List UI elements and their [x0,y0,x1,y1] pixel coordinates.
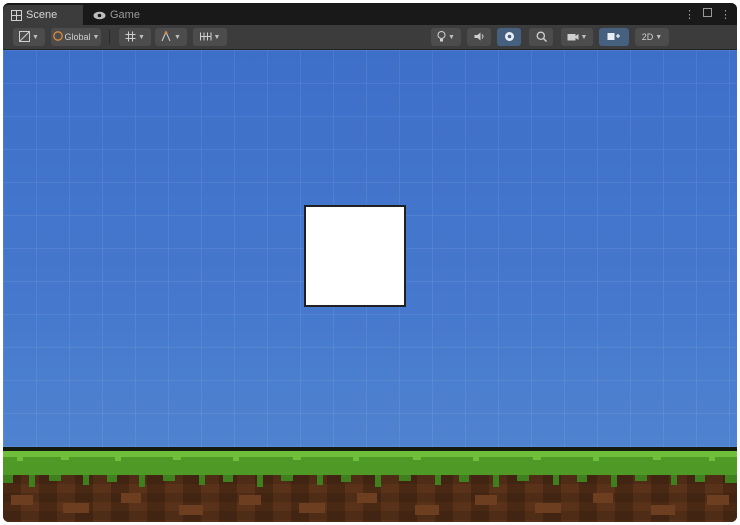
camera-icon [567,32,579,43]
gizmos-icon [607,31,621,43]
camera-settings-dropdown[interactable]: ▼ [561,28,593,46]
audio-toggle[interactable] [467,28,491,46]
visibility-icon [536,31,547,44]
grid-icon [125,31,136,44]
more-options-icon[interactable]: ⋮ [684,8,695,21]
chevron-down-icon: ▼ [448,33,455,41]
toolbar-divider [109,30,110,44]
gizmos-toggle[interactable] [599,28,629,46]
menu-dots-icon[interactable]: ⋮ [720,8,731,21]
grid-snap-dropdown[interactable]: ▼ [119,28,151,46]
lighting-dropdown[interactable]: ▼ [431,28,461,46]
snap-settings-dropdown[interactable]: ▼ [155,28,187,46]
audio-icon [474,32,485,43]
view-mode-dropdown[interactable]: 2D ▼ [635,28,669,46]
window-controls: ⋮ ⋮ [684,6,731,22]
chevron-down-icon: ▼ [138,33,145,41]
zoom-label: 2D [641,32,654,42]
tab-bar: Scene Game ⋮ ⋮ [3,3,737,25]
light-bulb-icon [437,30,446,44]
snap-icon [161,30,172,44]
pivot-rotation-dropdown[interactable]: Global ▼ [51,28,101,46]
effects-icon [504,31,515,44]
global-icon [52,31,63,43]
white-square-sprite[interactable] [304,205,406,307]
tab-scene-label: Scene [26,9,58,21]
effects-toggle[interactable] [497,28,521,46]
chevron-down-icon: ▼ [213,33,221,41]
tab-game[interactable]: Game [85,5,155,25]
pivot-label: Global [64,32,91,42]
scene-toolbar: ▼ Global ▼ ▼ ▼ ▼ ▼ ▼ 2D ▼ [3,25,737,50]
shaded-mode-icon [19,30,31,44]
draw-mode-dropdown[interactable]: ▼ [13,28,45,46]
scene-grid-icon [11,9,22,21]
tab-scene[interactable]: Scene [3,5,83,25]
chevron-down-icon: ▼ [174,33,181,41]
increment-snap-icon [199,32,212,43]
chevron-down-icon: ▼ [92,33,100,41]
chevron-down-icon: ▼ [32,33,39,41]
chevron-down-icon: ▼ [655,33,663,41]
scene-view-window: Scene Game ⋮ ⋮ ▼ Global ▼ ▼ ▼ ▼ ▼ ▼ 2D ▼ [3,3,737,522]
tilemap-ground [3,451,737,515]
maximize-icon[interactable] [703,8,712,20]
scene-visibility-toggle[interactable] [529,28,553,46]
tab-game-label: Game [110,9,140,21]
scene-viewport[interactable] [3,50,737,522]
chevron-down-icon: ▼ [580,33,588,41]
increment-snap-dropdown[interactable]: ▼ [193,28,227,46]
eye-icon [93,11,106,20]
